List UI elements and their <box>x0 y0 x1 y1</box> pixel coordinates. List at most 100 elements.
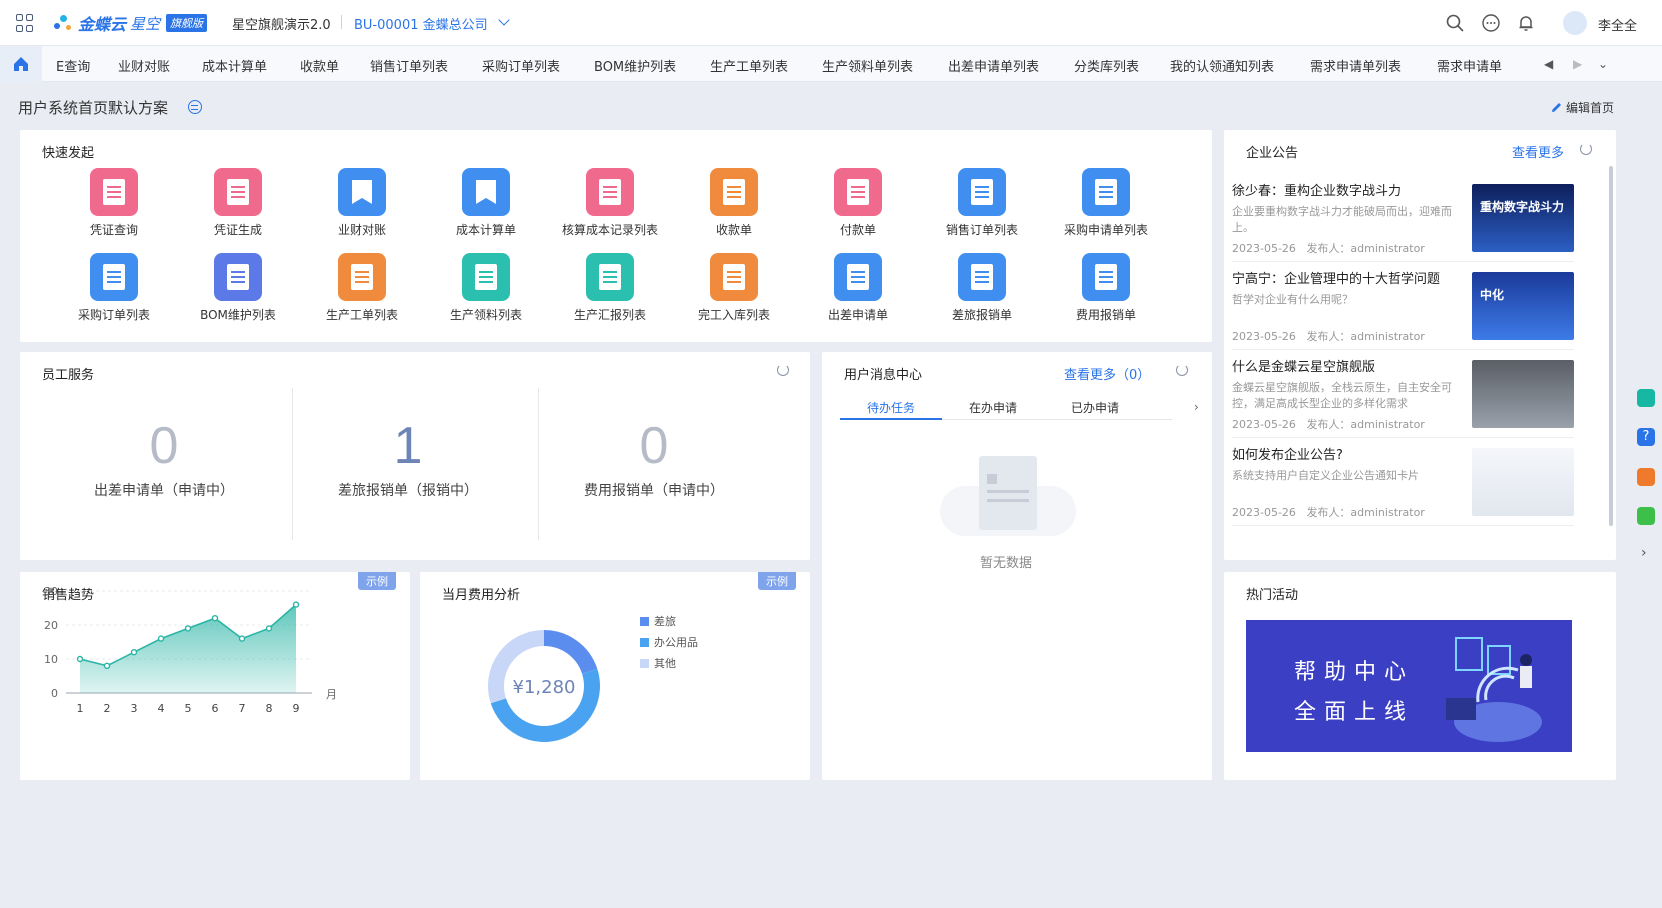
y-tick-label: 10 <box>44 653 58 666</box>
news-item[interactable]: 什么是金蝶云星空旗舰版 金蝶云星空旗舰版，全栈云原生，自主安全可控，满足高成长型企… <box>1232 350 1574 438</box>
news-item[interactable]: 徐少春：重构企业数字战斗力 企业要重构数字战斗力才能破局而出，迎难而上。 2023-… <box>1232 174 1574 262</box>
news-date: 2023-05-26 <box>1232 506 1296 519</box>
tab-cost-calc[interactable]: 成本计算单 <box>202 56 267 75</box>
bell-icon[interactable] <box>1516 13 1536 33</box>
tab-in-progress[interactable]: 在办申请 <box>942 399 1044 416</box>
quick-launch-item[interactable]: 收款单 <box>674 168 794 238</box>
quick-launch-item[interactable]: 生产汇报列表 <box>550 253 670 323</box>
tab-category-list[interactable]: 分类库列表 <box>1074 56 1139 75</box>
quick-launch-item[interactable]: 费用报销单 <box>1046 253 1166 323</box>
tab-todo[interactable]: 待办任务 <box>840 399 942 416</box>
news-desc: 企业要重构数字战斗力才能破局而出，迎难而上。 <box>1232 205 1452 234</box>
quick-launch-item[interactable]: 出差申请单 <box>798 253 918 323</box>
quick-launch-item[interactable]: 采购申请单列表 <box>1046 168 1166 238</box>
quick-launch-item[interactable]: 核算成本记录列表 <box>550 168 670 238</box>
top-bar: 金蝶云 星空 旗舰版 星空旗舰演示2.0 BU-00001 金蝶总公司 李全全 <box>0 0 1662 46</box>
tab-scroll-left-icon[interactable]: ◀ <box>1544 57 1553 71</box>
stat-value: 0 <box>149 417 179 475</box>
tab-reconcile[interactable]: 业财对账 <box>118 56 170 75</box>
tab-work-order-list[interactable]: 生产工单列表 <box>710 56 788 75</box>
tab-done[interactable]: 已办申请 <box>1044 399 1146 416</box>
quick-launch-item[interactable]: 付款单 <box>798 168 918 238</box>
chevron-right-icon[interactable]: › <box>1194 400 1199 414</box>
tab-sales-order-list[interactable]: 销售订单列表 <box>370 56 448 75</box>
quick-launch-item[interactable]: 采购订单列表 <box>54 253 174 323</box>
quick-launch-item[interactable]: 凭证查询 <box>54 168 174 238</box>
tab-trip-request-list[interactable]: 出差申请单列表 <box>948 56 1039 75</box>
message-center-title: 用户消息中心 <box>844 368 923 383</box>
help-center-banner[interactable]: 帮助中心 全面上线 <box>1246 620 1572 752</box>
feedback-icon[interactable] <box>1637 507 1655 525</box>
news-publisher: 发布人：administrator <box>1306 418 1425 431</box>
quick-launch-item[interactable]: 成本计算单 <box>426 168 546 238</box>
collapse-chevron-icon[interactable]: › <box>1641 545 1647 561</box>
tab-claim-notice-list[interactable]: 我的认领通知列表 <box>1170 56 1274 75</box>
news-title[interactable]: 如何发布企业公告? <box>1232 444 1343 463</box>
tab-home[interactable] <box>0 46 42 82</box>
tab-purchase-order-list[interactable]: 采购订单列表 <box>482 56 560 75</box>
tab-scroll-right-icon[interactable]: ▶ <box>1573 57 1582 71</box>
quick-launch-item[interactable]: 凭证生成 <box>178 168 298 238</box>
search-icon[interactable] <box>1445 13 1465 33</box>
stat-expense-claim[interactable]: 0 费用报销单（申请中） <box>538 388 770 540</box>
chat-icon[interactable] <box>1481 13 1501 33</box>
chevron-down-icon[interactable] <box>498 14 510 26</box>
sales-point <box>265 625 273 632</box>
tab-menu-icon[interactable]: ⌄ <box>1598 57 1608 71</box>
news-title[interactable]: 徐少春：重构企业数字战斗力 <box>1232 180 1401 199</box>
avatar[interactable] <box>1563 11 1587 35</box>
news-thumbnail[interactable] <box>1472 360 1574 428</box>
news-meta: 2023-05-26 发布人：administrator <box>1232 328 1425 344</box>
help-icon[interactable]: ? <box>1637 428 1655 446</box>
support-icon[interactable] <box>1637 468 1655 486</box>
news-thumbnail-text: 中化 <box>1480 288 1505 302</box>
app-grid-icon[interactable] <box>16 14 34 32</box>
news-item[interactable]: 如何发布企业公告? 系统支持用户自定义企业公告通知卡片 2023-05-26 发布人… <box>1232 438 1574 526</box>
tab-demand-request-list[interactable]: 需求申请单列表 <box>1310 56 1401 75</box>
news-desc: 哲学对企业有什么用呢？ <box>1232 293 1353 306</box>
message-more-link[interactable]: 查看更多（0） <box>1064 364 1150 383</box>
stat-trip-request[interactable]: 0 出差申请单（申请中） <box>48 388 280 540</box>
quick-launch-item[interactable]: 生产工单列表 <box>302 253 422 323</box>
quick-launch-item[interactable]: 业财对账 <box>302 168 422 238</box>
tab-query[interactable]: E查询 <box>56 56 90 75</box>
user-name[interactable]: 李全全 <box>1598 15 1637 34</box>
quick-launch-item[interactable]: 完工入库列表 <box>674 253 794 323</box>
tab-material-issue-list[interactable]: 生产领料单列表 <box>822 56 913 75</box>
legend-swatch <box>640 638 649 647</box>
quick-launch-item[interactable]: 生产领料列表 <box>426 253 546 323</box>
y-tick-label: 20 <box>44 619 58 632</box>
sales-trend-chart: 0 10 20 30 1 2 3 4 5 6 7 8 9 月 <box>44 585 337 715</box>
announcement-card: 企业公告 查看更多 徐少春：重构企业数字战斗力企业要重构数字战斗力才能破局而出，… <box>1224 130 1616 560</box>
tab-receipt[interactable]: 收款单 <box>300 56 339 75</box>
news-thumbnail[interactable]: 重构数字战斗力 <box>1472 184 1574 252</box>
refresh-icon[interactable] <box>777 364 789 376</box>
y-tick-label: 30 <box>44 585 58 598</box>
scheme-switch-icon[interactable] <box>188 100 202 114</box>
quick-launch-item[interactable]: 差旅报销单 <box>922 253 1042 323</box>
tab-bom-list[interactable]: BOM维护列表 <box>594 56 676 75</box>
sales-area <box>80 604 296 693</box>
quick-launch-item[interactable]: 销售订单列表 <box>922 168 1042 238</box>
news-title[interactable]: 什么是金蝶云星空旗舰版 <box>1232 356 1375 375</box>
refresh-icon[interactable] <box>1176 364 1188 376</box>
quick-launch-label: 费用报销单 <box>1075 308 1136 322</box>
scrollbar[interactable] <box>1609 166 1613 526</box>
refresh-icon[interactable] <box>1580 143 1592 155</box>
assistant-icon[interactable] <box>1637 389 1655 407</box>
news-thumbnail[interactable] <box>1472 448 1574 516</box>
x-tick-label: 8 <box>266 702 273 715</box>
news-title[interactable]: 宁高宁：企业管理中的十大哲学问题 <box>1232 268 1440 287</box>
star-icon <box>710 253 758 301</box>
tab-demand-request[interactable]: 需求申请单 <box>1437 56 1502 75</box>
stat-travel-expense[interactable]: 1 差旅报销单（报销中） <box>292 388 524 540</box>
news-thumbnail[interactable]: 中化 <box>1472 272 1574 340</box>
sales-point <box>238 635 246 642</box>
announcement-more-link[interactable]: 查看更多 <box>1512 142 1564 161</box>
org-selector[interactable]: BU-00001 金蝶总公司 <box>354 14 488 33</box>
sales-point <box>130 648 138 656</box>
edit-home-button[interactable]: 编辑首页 <box>1550 99 1614 116</box>
news-item[interactable]: 宁高宁：企业管理中的十大哲学问题哲学对企业有什么用呢？ 2023-05-26 发布… <box>1232 262 1574 350</box>
quick-launch-item[interactable]: BOM维护列表 <box>178 253 298 323</box>
announcement-title: 企业公告 <box>1246 146 1299 161</box>
